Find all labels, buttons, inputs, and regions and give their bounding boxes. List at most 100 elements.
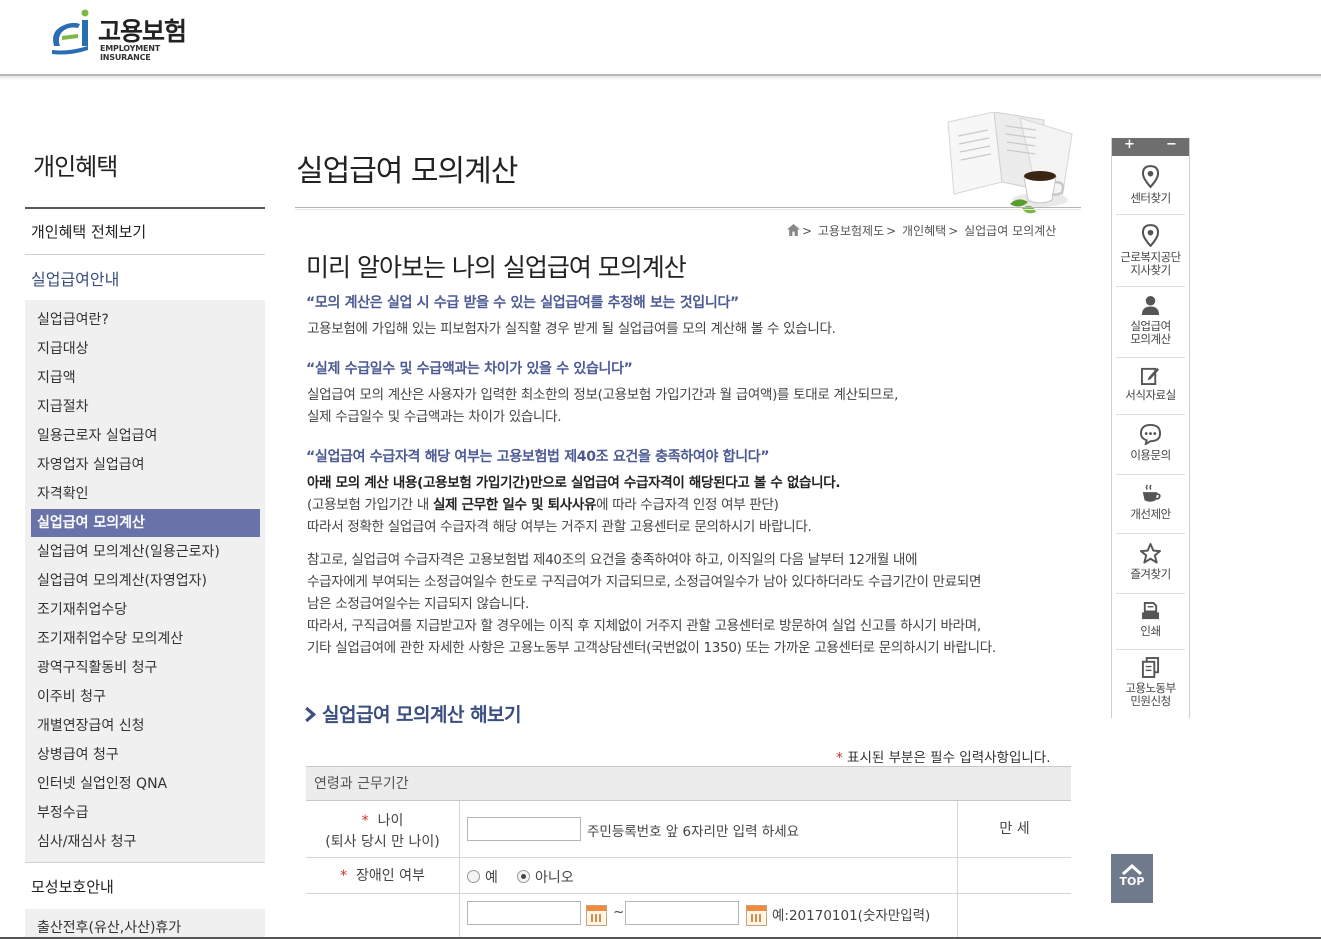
form-empty-cell [957,858,1071,893]
quick-forms-library[interactable]: 서식자료실 [1116,366,1185,402]
form-row-disabled: * 장애인 여부 예 아니오 [306,858,1071,894]
sidebar-item[interactable]: 인터넷 실업인정 QNA [31,770,260,798]
sidebar-item[interactable]: 자영업자 실업급여 [31,451,260,479]
sidebar-item[interactable]: 개별연장급여 신청 [31,712,260,740]
zoom-in-button[interactable]: + [1124,137,1135,152]
calendar-icon[interactable] [586,905,607,926]
sidebar-item[interactable]: 이주비 청구 [31,683,260,711]
sidebar-item[interactable]: 조기재취업수당 모의계산 [31,625,260,653]
quick-benefit-calc[interactable]: 실업급여 모의계산 [1116,295,1185,346]
highlight-quote: “실제 수급일수 및 수급액과는 차이가 있을 수 있습니다” [306,361,633,377]
form-label-age: * 나이 (퇴사 당시 만 나이) [306,801,460,857]
quick-print[interactable]: 인쇄 [1116,602,1185,638]
body-text-emphasis: 실제 근무한 일수 및 퇴사사유 [433,497,597,513]
sidebar-item[interactable]: 실업급여 모의계산(일용근로자) [31,538,260,566]
body-text: 따라서, 구직급여를 지급받고자 할 경우에는 이직 후 지체없이 거주지 관할… [307,618,981,634]
sidebar-item[interactable]: 부정수급 [31,799,260,827]
body-text: 남은 소정급여일수는 지급되지 않습니다. [307,596,530,612]
birthdate-input[interactable] [467,817,581,841]
body-text-bold: 아래 모의 계산 내용(고용보험 가입기간)만으로 실업급여 수급자격이 해당된… [307,475,841,491]
disabled-yes-radio[interactable] [467,870,480,883]
home-icon[interactable] [787,224,800,236]
sidebar-item[interactable]: 조기재취업수당 [31,596,260,624]
body-text-part: 에 따라 수급자격 인정 여부 판단) [596,497,779,513]
end-date-input[interactable] [625,901,739,925]
sidebar-item[interactable]: 광역구직활동비 청구 [31,654,260,682]
sidebar-item-maternity-leave[interactable]: 출산전후(유산,사산)휴가 [31,914,260,939]
sidebar-section-maternity[interactable]: 모성보호안내 [31,876,114,897]
highlight-quote: “모의 계산은 실업 시 수급 받을 수 있는 실업급여를 추정해 보는 것입니… [306,295,739,311]
sidebar-item-active[interactable]: 실업급여 모의계산 [31,509,260,537]
top-button-label: TOP [1119,875,1145,888]
required-star-icon: * [836,750,843,766]
chat-bubble-icon [1140,424,1161,445]
quick-divider [1116,357,1185,358]
disabled-no-radio[interactable] [517,870,530,883]
sidebar-item[interactable]: 상병급여 청구 [31,741,260,769]
quick-item-label: 인쇄 [1140,624,1161,638]
disabled-yes-label[interactable]: 예 [485,867,498,887]
quick-center-search[interactable]: 센터찾기 [1116,165,1185,205]
breadcrumb-item-current[interactable]: 실업급여 모의계산 [964,224,1056,238]
quick-menu-zoom-bar: + − [1112,137,1189,156]
quick-divider [1116,649,1185,650]
sidebar-item[interactable]: 실업급여란? [31,306,260,334]
person-icon [1141,296,1160,315]
required-star-icon: * [361,813,369,829]
sidebar-item[interactable]: 일용근로자 실업급여 [31,422,260,450]
breadcrumb-item[interactable]: 고용보험제도 [818,224,884,238]
breadcrumb: > 고용보험제도 > 개인혜택 > 실업급여 모의계산 [787,222,1058,239]
quick-inquiry[interactable]: 이용문의 [1116,424,1185,462]
sidebar-item[interactable]: 실업급여 모의계산(자영업자) [31,567,260,595]
sidebar-item[interactable]: 지급절차 [31,393,260,421]
sidebar-divider [25,207,265,209]
calc-section-heading: 실업급여 모의계산 해보기 [305,700,522,727]
calendar-icon[interactable] [746,905,767,926]
coffee-cup-icon [1142,484,1161,502]
highlight-quote: “실업급여 수급자격 해당 여부는 고용보험법 제40조 요건을 충족하여야 합… [306,449,770,465]
form-section-header: 연령과 근무기간 [306,766,1071,801]
sidebar-divider [25,862,265,863]
breadcrumb-item[interactable]: 개인혜택 [902,224,946,238]
title-divider [295,209,1081,210]
quick-divider [1116,414,1185,415]
quick-civil-petition[interactable]: 고용노동부 민원신청 [1116,657,1185,708]
sidebar-view-all-link[interactable]: 개인혜택 전체보기 [31,221,146,242]
sidebar-item[interactable]: 지급액 [31,364,260,392]
form-empty-cell [957,894,1071,939]
sidebar-section-unemployment[interactable]: 실업급여안내 [31,266,119,290]
sidebar-item[interactable]: 심사/재심사 청구 [31,828,260,856]
start-date-input[interactable] [467,901,581,925]
logo-english-text: EMPLOYMENT INSURANCE [100,44,160,62]
edit-icon [1141,367,1160,385]
body-text: (고용보험 가입기간 내 실제 근무한 일수 및 퇴사사유에 따라 수급자격 인… [307,494,779,516]
quick-item-label: 개선제안 [1130,507,1171,521]
form-row-period: ~ 예:20170101(숫자만입력) [306,894,1071,939]
section-title: 미리 알아보는 나의 실업급여 모의계산 [306,253,687,282]
form-label-period [306,894,460,939]
quick-branch-search[interactable]: 근로복지공단 지사찾기 [1116,224,1185,277]
quick-item-label: 즐겨찾기 [1130,567,1171,581]
site-logo[interactable]: 고용보험 EMPLOYMENT INSURANCE [48,6,208,62]
quick-divider [1116,533,1185,534]
breadcrumb-separator: > [802,224,813,238]
body-text: 참고로, 실업급여 수급자격은 고용보험법 제40조의 요건을 충족하여야 하고… [307,552,918,568]
body-text: 실제 수급일수 및 수급액과는 차이가 있습니다. [307,409,562,425]
printer-icon [1141,602,1160,620]
calc-heading-text: 실업급여 모의계산 해보기 [322,704,522,726]
sidebar-item[interactable]: 자격확인 [31,480,260,508]
form-label-text: 장애인 여부 [356,868,425,884]
disabled-no-label[interactable]: 아니오 [535,867,574,887]
document-coffee-illustration [947,112,1073,214]
body-text: 실업급여 모의 계산은 사용자가 입력한 최소한의 정보(고용보험 가입기간과 … [307,387,899,403]
chevron-up-icon [1122,863,1142,875]
quick-bookmark[interactable]: 즐겨찾기 [1116,543,1185,581]
sidebar-item[interactable]: 지급대상 [31,335,260,363]
age-unit: 만 세 [957,801,1071,857]
quick-item-label: 모의계산 [1130,332,1171,346]
quick-divider [1116,214,1185,215]
quick-suggestion[interactable]: 개선제안 [1116,484,1185,521]
chevron-right-icon [305,706,317,723]
scroll-to-top-button[interactable]: TOP [1111,854,1153,903]
zoom-out-button[interactable]: − [1166,137,1177,152]
